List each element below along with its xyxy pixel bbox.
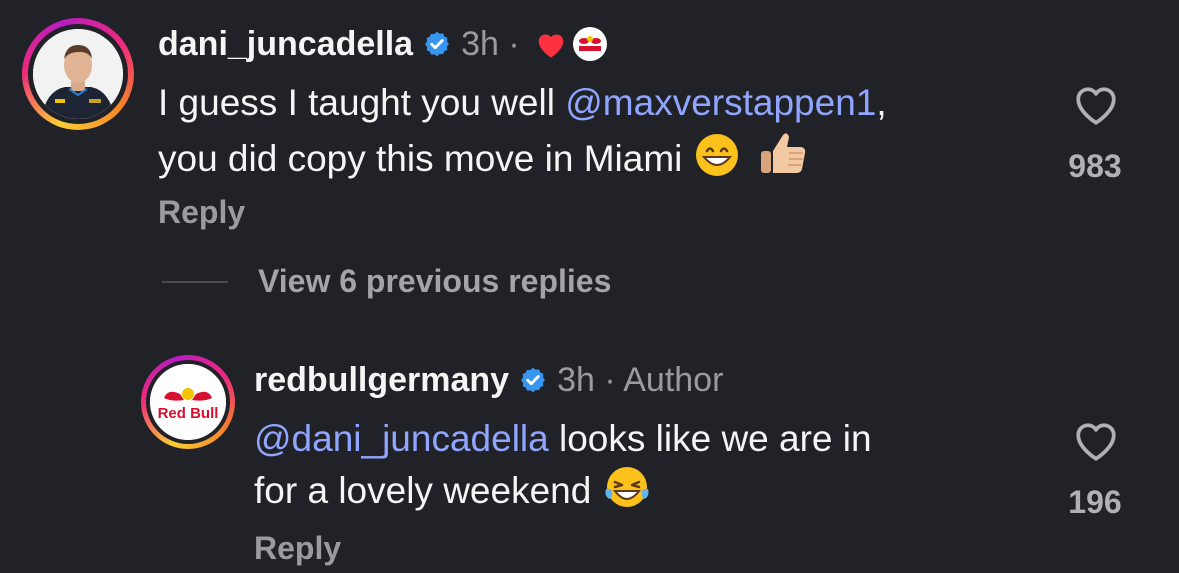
comment-time-author: 3h · Author (557, 361, 724, 399)
reply-button[interactable]: Reply (254, 530, 341, 567)
reply-button[interactable]: Reply (158, 194, 245, 231)
comment-text: you did copy this move in Miami (158, 138, 693, 179)
comment-text: , (876, 82, 887, 123)
driver-portrait-icon (33, 29, 123, 119)
view-previous-replies[interactable]: View 6 previous replies (162, 263, 611, 300)
grinning-emoji-icon (695, 134, 738, 176)
redbull-badge-icon (572, 27, 607, 61)
comment-username[interactable]: dani_juncadella (158, 24, 413, 64)
verified-badge-icon (425, 31, 449, 57)
heart-icon (538, 34, 563, 58)
comment-text: for a lovely weekend (254, 470, 602, 511)
view-replies-label[interactable]: View 6 previous replies (258, 263, 611, 300)
comment-time: 3h · (461, 25, 520, 63)
comment-text: looks like we are in (548, 418, 872, 459)
divider-line (162, 280, 228, 283)
comment-text: I guess I taught you well (158, 82, 566, 123)
comment-username[interactable]: redbullgermany (254, 360, 509, 400)
avatar-dani[interactable] (22, 18, 134, 130)
laughing-emoji-icon (605, 467, 649, 507)
thumbs-up-emoji-icon (760, 133, 806, 173)
comment-body: I guess I taught you well @maxverstappen… (158, 78, 887, 183)
avatar-redbull[interactable]: Red Bull (141, 355, 235, 449)
mention-link[interactable]: @dani_juncadella (254, 418, 549, 459)
like-count: 983 (1068, 148, 1122, 184)
redbull-logo-text: Red Bull (158, 405, 219, 422)
verified-badge-icon (521, 367, 545, 393)
like-count: 196 (1068, 484, 1122, 520)
like-heart-icon[interactable] (1071, 80, 1121, 126)
like-heart-icon[interactable] (1071, 416, 1121, 462)
mention-link[interactable]: @maxverstappen1 (565, 82, 876, 123)
comment-body: @dani_juncadella looks like we are in fo… (254, 414, 872, 515)
redbull-logo-icon: Red Bull (150, 364, 226, 440)
